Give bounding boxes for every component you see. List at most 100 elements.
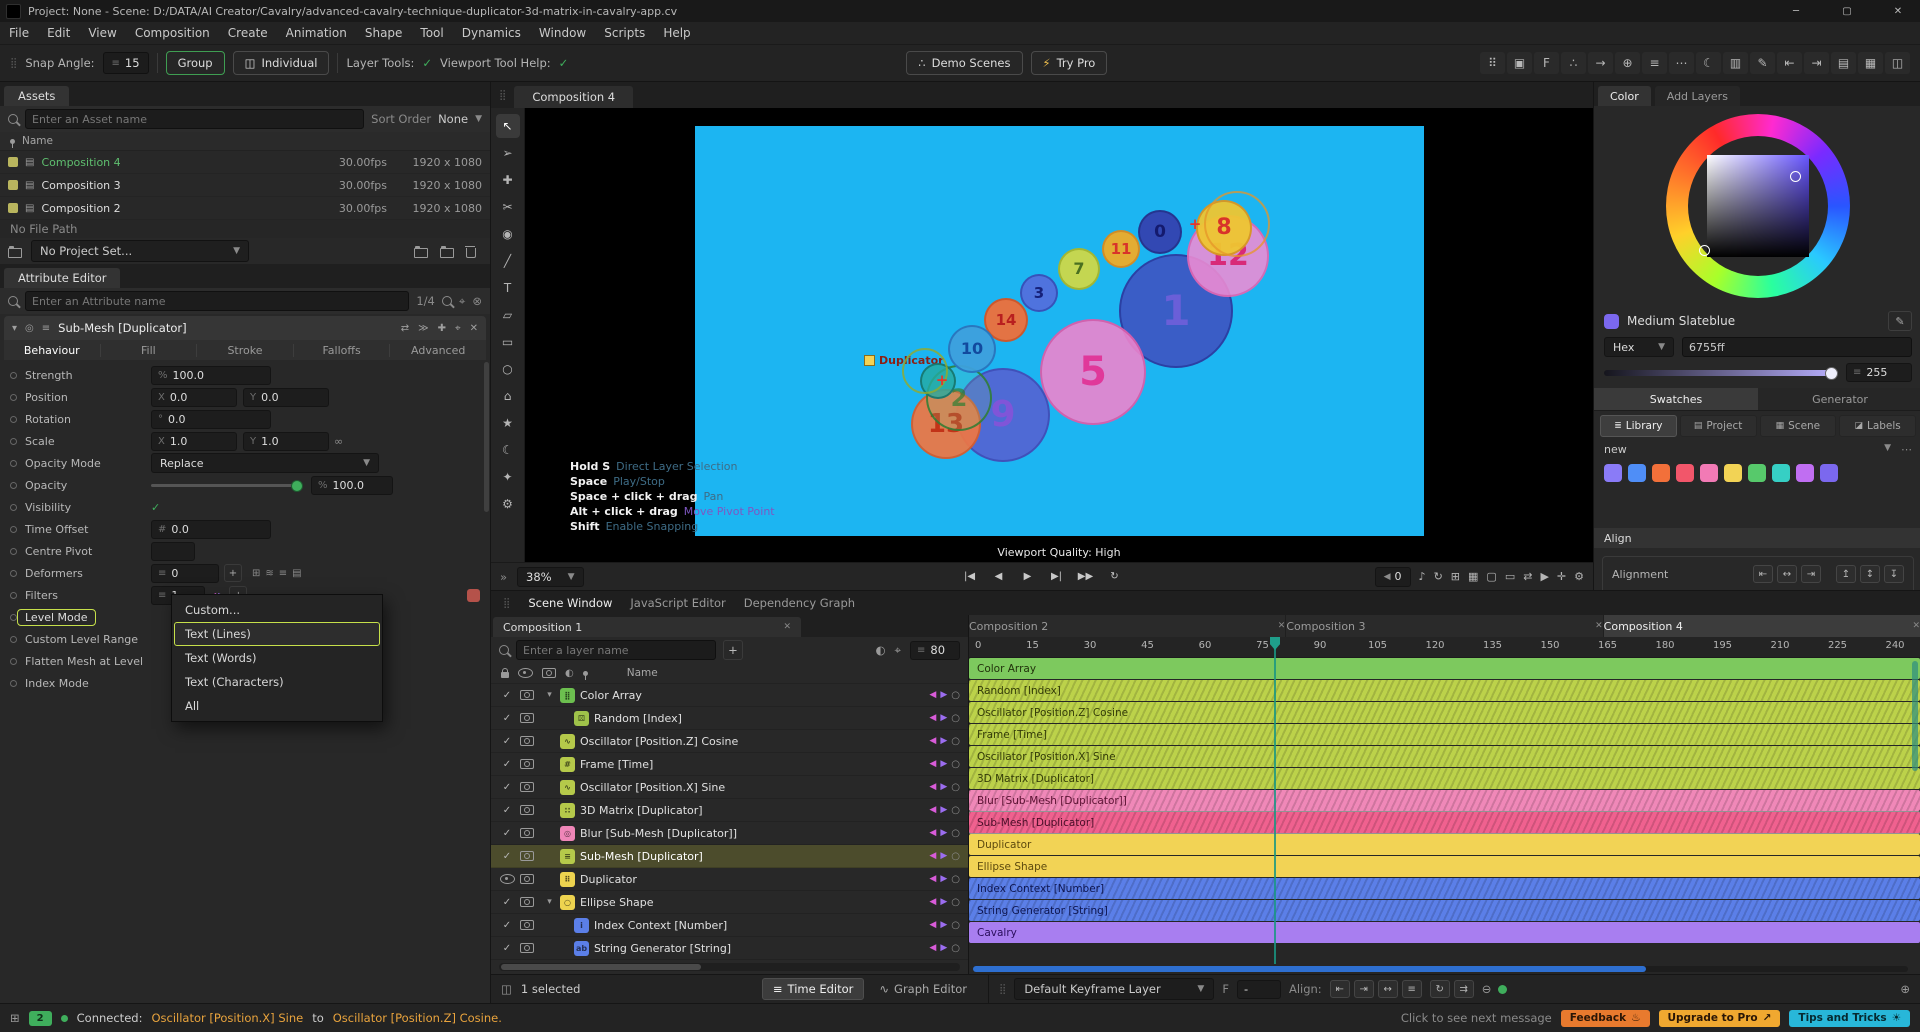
connection-circle-icon[interactable]: ○ <box>951 897 960 908</box>
audio-icon[interactable]: ♪ <box>1419 570 1426 583</box>
swatch[interactable] <box>1604 464 1622 482</box>
limit-input[interactable]: ≡ 80 <box>910 640 960 660</box>
layer-row[interactable]: ✓ ⚄ Random [Index] ◀ ▶ ○ <box>491 707 968 730</box>
swatch[interactable] <box>1628 464 1646 482</box>
slider-knob[interactable] <box>291 479 303 492</box>
timeline-body[interactable]: 0 15 30 45 60 75 90 105 120 135 150 165 180 195 210 225… <box>969 637 1920 974</box>
connection-dot[interactable] <box>10 437 17 445</box>
layer-row[interactable]: ✓ i Index Context [Number] ◀ ▶ ○ <box>491 914 968 937</box>
layout-grid-icon[interactable]: ⊞ <box>10 1011 20 1025</box>
expander-caret[interactable]: ▾ <box>544 897 555 907</box>
attribute-editor-tab[interactable]: Attribute Editor <box>4 268 121 288</box>
connection-dot[interactable] <box>10 393 17 401</box>
layer-row[interactable]: ✓ ∿ Oscillator [Position.Z] Cosine ◀ ▶ ○ <box>491 730 968 753</box>
pixel-grid-icon[interactable]: ▦ <box>1468 570 1478 583</box>
output-arrow-icon[interactable]: ▶ <box>940 782 947 792</box>
add-node-icon[interactable]: ⊕ <box>1615 52 1640 74</box>
menu-item-text-lines[interactable]: Text (Lines) <box>174 622 380 646</box>
solo-icon[interactable]: ◐ <box>875 643 885 657</box>
filter-color-chip[interactable] <box>467 588 480 602</box>
menu-scripts[interactable]: Scripts <box>595 26 654 40</box>
burst-tool[interactable]: ✦ <box>496 465 520 489</box>
input-arrow-icon[interactable]: ◀ <box>929 943 936 953</box>
playhead[interactable] <box>1270 637 1280 964</box>
individual-button[interactable]: ◫ Individual <box>232 51 330 75</box>
export-icon[interactable]: → <box>1588 52 1613 74</box>
camera-tool[interactable]: ◉ <box>496 222 520 246</box>
composition-tab[interactable]: Composition 1 ✕ <box>493 617 801 637</box>
swatch[interactable] <box>1820 464 1838 482</box>
ripple-icon[interactable]: ⇉ <box>1453 980 1474 998</box>
menu-item-text-words[interactable]: Text (Words) <box>174 646 380 670</box>
shear-tool[interactable]: ▱ <box>496 303 520 327</box>
swatch[interactable] <box>1772 464 1790 482</box>
color-mode-select[interactable]: Hex ▼ <box>1604 337 1674 357</box>
swatch-set-row[interactable]: new ▼ ⋯ <box>1594 441 1920 458</box>
swatch[interactable] <box>1700 464 1718 482</box>
layer-tools-checkbox[interactable]: ✓ <box>422 56 432 70</box>
loop-button[interactable]: ↻ <box>1103 567 1127 587</box>
rows-icon[interactable]: ▦ <box>1858 52 1883 74</box>
library-button[interactable]: ≣ Library <box>1600 415 1677 437</box>
connection-dot[interactable] <box>10 657 17 665</box>
align-left-icon[interactable]: ⇤ <box>1777 52 1802 74</box>
viewport-canvas[interactable]: Duplicator 159121328011731410++ <box>695 126 1424 536</box>
bars-icon[interactable]: ▥ <box>1723 52 1748 74</box>
pen-icon[interactable]: ✎ <box>1750 52 1775 74</box>
deformers-input[interactable]: ≡ 0 <box>151 563 219 583</box>
maximize-button[interactable]: ▢ <box>1825 0 1869 22</box>
color-wheel[interactable] <box>1666 114 1850 298</box>
menu-tool[interactable]: Tool <box>411 26 452 40</box>
connection-dot[interactable] <box>10 481 17 489</box>
layer-row[interactable]: ✓ # Frame [Time] ◀ ▶ ○ <box>491 753 968 776</box>
close-icon[interactable]: ✕ <box>1278 621 1286 631</box>
menu-icon[interactable]: ▤ <box>292 568 301 579</box>
close-button[interactable]: ✕ <box>1876 0 1920 22</box>
expand-icon[interactable]: » <box>500 570 507 584</box>
connection-circle-icon[interactable]: ○ <box>951 805 960 816</box>
horizontal-scrollbar[interactable] <box>499 963 960 971</box>
align-middle-icon[interactable]: ↕ <box>1860 565 1880 583</box>
chevron-down-icon[interactable]: ▼ <box>1884 443 1891 456</box>
tab-add-layers[interactable]: Add Layers <box>1654 86 1740 106</box>
visibility-checkbox[interactable]: ✓ <box>499 851 515 862</box>
time-editor-button[interactable]: ≡ Time Editor <box>761 978 865 1000</box>
frame-icon[interactable]: F <box>1534 52 1559 74</box>
connection-dot[interactable] <box>10 547 17 555</box>
direct-select-tool[interactable]: ➢ <box>496 141 520 165</box>
alpha-slider[interactable] <box>1604 366 1838 380</box>
scene-button[interactable]: ▦ Scene <box>1759 415 1837 437</box>
drag-handle-icon[interactable]: ⣿ <box>999 984 1006 995</box>
columns-icon[interactable]: ▤ <box>1831 52 1856 74</box>
visibility-checkbox[interactable]: ✓ <box>499 782 515 793</box>
viewport[interactable]: ↖➢✚✂◉╱T▱▭○⌂★☾✦⚙ Duplicator 1591213280117… <box>491 108 1593 562</box>
clear-icon[interactable]: ⊗ <box>472 294 482 308</box>
connection-circle-icon[interactable]: ○ <box>951 782 960 793</box>
go-start-button[interactable]: |◀ <box>958 567 982 587</box>
input-arrow-icon[interactable]: ◀ <box>929 736 936 746</box>
align-left-icon[interactable]: ⇤ <box>1753 565 1773 583</box>
select-tool[interactable]: ↖ <box>495 114 520 138</box>
menu-help[interactable]: Help <box>654 26 699 40</box>
connection-dot[interactable] <box>10 459 17 467</box>
asset-row[interactable]: ▤ Composition 4 30.00fps 1920 x 1080 <box>0 151 490 174</box>
visibility-checkbox[interactable]: ✓ <box>499 805 515 816</box>
saturation-indicator[interactable] <box>1790 171 1801 182</box>
align-center-h-icon[interactable]: ↔ <box>1777 565 1797 583</box>
upgrade-button[interactable]: Upgrade to Pro ↗ <box>1658 1009 1781 1027</box>
tab-generator[interactable]: Generator <box>1758 388 1920 410</box>
tab-falloffs[interactable]: Falloffs <box>294 343 391 357</box>
viewport-settings-icon[interactable]: ⚙ <box>1574 570 1584 583</box>
output-arrow-icon[interactable]: ▶ <box>940 851 947 861</box>
hex-input[interactable] <box>1682 337 1912 357</box>
message-count-badge[interactable]: 2 <box>28 1010 52 1026</box>
tab-scene-window[interactable]: Scene Window <box>528 596 612 610</box>
connection-circle-icon[interactable]: ○ <box>951 851 960 862</box>
input-arrow-icon[interactable]: ◀ <box>929 805 936 815</box>
menu-item-custom[interactable]: Custom... <box>174 598 380 622</box>
timeline-h-scrollbar[interactable] <box>973 966 1908 972</box>
viewport-circle[interactable]: 7 <box>1058 248 1100 290</box>
output-arrow-icon[interactable]: ▶ <box>940 920 947 930</box>
settings-tool[interactable]: ⚙ <box>496 492 520 516</box>
target-icon[interactable]: ⌖ <box>455 323 461 334</box>
